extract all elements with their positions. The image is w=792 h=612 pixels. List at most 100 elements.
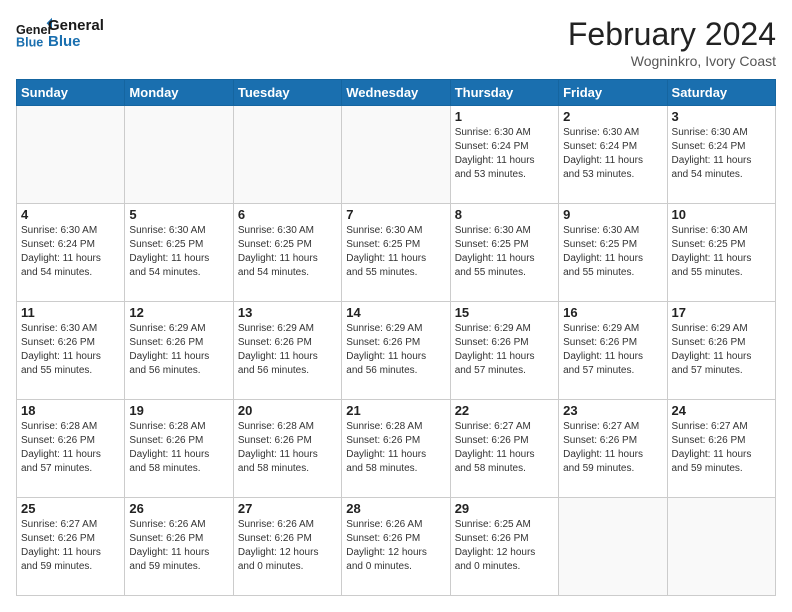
weekday-header-thursday: Thursday: [450, 80, 558, 106]
calendar: SundayMondayTuesdayWednesdayThursdayFrid…: [16, 79, 776, 596]
day-number: 3: [672, 109, 771, 124]
calendar-cell: 22 Sunrise: 6:27 AM Sunset: 6:26 PM Dayli…: [450, 400, 558, 498]
calendar-cell: 10 Sunrise: 6:30 AM Sunset: 6:25 PM Dayli…: [667, 204, 775, 302]
day-number: 29: [455, 501, 554, 516]
day-info: Sunrise: 6:30 AM Sunset: 6:25 PM Dayligh…: [346, 224, 445, 280]
month-title: February 2024: [568, 16, 776, 53]
day-number: 5: [129, 207, 228, 222]
day-info: Sunrise: 6:30 AM Sunset: 6:25 PM Dayligh…: [238, 224, 337, 280]
day-number: 28: [346, 501, 445, 516]
day-number: 8: [455, 207, 554, 222]
calendar-cell: 16 Sunrise: 6:29 AM Sunset: 6:26 PM Dayli…: [559, 302, 667, 400]
day-number: 9: [563, 207, 662, 222]
title-area: February 2024 Wogninkro, Ivory Coast: [568, 16, 776, 69]
weekday-header-wednesday: Wednesday: [342, 80, 450, 106]
calendar-cell: 26 Sunrise: 6:26 AM Sunset: 6:26 PM Dayli…: [125, 498, 233, 596]
calendar-cell: 13Sunrise: 6:29 AM Sunset: 6:26 PM Dayli…: [233, 302, 341, 400]
calendar-cell: [667, 498, 775, 596]
logo: General Blue General Blue: [16, 16, 104, 52]
day-number: 24: [672, 403, 771, 418]
logo-general: General: [48, 18, 104, 35]
day-info: Sunrise: 6:30 AM Sunset: 6:26 PM Dayligh…: [21, 322, 120, 378]
calendar-cell: 20 Sunrise: 6:28 AM Sunset: 6:26 PM Dayli…: [233, 400, 341, 498]
day-info: Sunrise: 6:27 AM Sunset: 6:26 PM Dayligh…: [563, 420, 662, 476]
location: Wogninkro, Ivory Coast: [568, 53, 776, 69]
day-info: Sunrise: 6:28 AM Sunset: 6:26 PM Dayligh…: [21, 420, 120, 476]
day-info: Sunrise: 6:30 AM Sunset: 6:25 PM Dayligh…: [672, 224, 771, 280]
calendar-cell: [125, 106, 233, 204]
day-number: 26: [129, 501, 228, 516]
calendar-cell: 3 Sunrise: 6:30 AM Sunset: 6:24 PM Daylig…: [667, 106, 775, 204]
day-info: Sunrise: 6:28 AM Sunset: 6:26 PM Dayligh…: [346, 420, 445, 476]
day-info: Sunrise: 6:29 AM Sunset: 6:26 PM Dayligh…: [672, 322, 771, 378]
day-info: Sunrise: 6:30 AM Sunset: 6:25 PM Dayligh…: [129, 224, 228, 280]
day-number: 17: [672, 305, 771, 320]
day-number: 6: [238, 207, 337, 222]
day-number: 13: [238, 305, 337, 320]
logo-blue: Blue: [48, 34, 104, 51]
day-number: 23: [563, 403, 662, 418]
day-info: Sunrise: 6:30 AM Sunset: 6:24 PM Dayligh…: [672, 126, 771, 182]
day-number: 14: [346, 305, 445, 320]
calendar-cell: 19 Sunrise: 6:28 AM Sunset: 6:26 PM Dayli…: [125, 400, 233, 498]
day-number: 7: [346, 207, 445, 222]
day-info: Sunrise: 6:29 AM Sunset: 6:26 PM Dayligh…: [455, 322, 554, 378]
calendar-cell: 23 Sunrise: 6:27 AM Sunset: 6:26 PM Dayli…: [559, 400, 667, 498]
day-info: Sunrise: 6:29 AM Sunset: 6:26 PM Dayligh…: [346, 322, 445, 378]
day-info: Sunrise: 6:28 AM Sunset: 6:26 PM Dayligh…: [238, 420, 337, 476]
calendar-cell: 9 Sunrise: 6:30 AM Sunset: 6:25 PM Daylig…: [559, 204, 667, 302]
calendar-cell: 6 Sunrise: 6:30 AM Sunset: 6:25 PM Daylig…: [233, 204, 341, 302]
calendar-cell: 21 Sunrise: 6:28 AM Sunset: 6:26 PM Dayli…: [342, 400, 450, 498]
calendar-cell: 17 Sunrise: 6:29 AM Sunset: 6:26 PM Dayli…: [667, 302, 775, 400]
day-info: Sunrise: 6:30 AM Sunset: 6:24 PM Dayligh…: [21, 224, 120, 280]
day-number: 1: [455, 109, 554, 124]
logo-icon: General Blue: [16, 16, 52, 52]
day-info: Sunrise: 6:27 AM Sunset: 6:26 PM Dayligh…: [455, 420, 554, 476]
calendar-cell: 1 Sunrise: 6:30 AM Sunset: 6:24 PM Daylig…: [450, 106, 558, 204]
day-number: 22: [455, 403, 554, 418]
day-info: Sunrise: 6:30 AM Sunset: 6:24 PM Dayligh…: [455, 126, 554, 182]
day-info: Sunrise: 6:30 AM Sunset: 6:25 PM Dayligh…: [563, 224, 662, 280]
calendar-cell: 5 Sunrise: 6:30 AM Sunset: 6:25 PM Daylig…: [125, 204, 233, 302]
calendar-cell: 15 Sunrise: 6:29 AM Sunset: 6:26 PM Dayli…: [450, 302, 558, 400]
day-info: Sunrise: 6:26 AM Sunset: 6:26 PM Dayligh…: [346, 518, 445, 574]
calendar-cell: 18 Sunrise: 6:28 AM Sunset: 6:26 PM Dayli…: [17, 400, 125, 498]
calendar-cell: 7 Sunrise: 6:30 AM Sunset: 6:25 PM Daylig…: [342, 204, 450, 302]
weekday-header-tuesday: Tuesday: [233, 80, 341, 106]
day-number: 19: [129, 403, 228, 418]
calendar-cell: [17, 106, 125, 204]
calendar-cell: 4 Sunrise: 6:30 AM Sunset: 6:24 PM Daylig…: [17, 204, 125, 302]
day-info: Sunrise: 6:29 AM Sunset: 6:26 PM Dayligh…: [563, 322, 662, 378]
day-info: Sunrise: 6:27 AM Sunset: 6:26 PM Dayligh…: [672, 420, 771, 476]
day-number: 11: [21, 305, 120, 320]
weekday-header-sunday: Sunday: [17, 80, 125, 106]
day-number: 21: [346, 403, 445, 418]
day-info: Sunrise: 6:25 AM Sunset: 6:26 PM Dayligh…: [455, 518, 554, 574]
calendar-cell: 8Sunrise: 6:30 AM Sunset: 6:25 PM Daylig…: [450, 204, 558, 302]
day-number: 18: [21, 403, 120, 418]
day-number: 4: [21, 207, 120, 222]
day-number: 15: [455, 305, 554, 320]
day-number: 10: [672, 207, 771, 222]
day-info: Sunrise: 6:30 AM Sunset: 6:24 PM Dayligh…: [563, 126, 662, 182]
day-number: 20: [238, 403, 337, 418]
weekday-header-monday: Monday: [125, 80, 233, 106]
calendar-cell: [233, 106, 341, 204]
calendar-cell: 12 Sunrise: 6:29 AM Sunset: 6:26 PM Dayli…: [125, 302, 233, 400]
weekday-header-friday: Friday: [559, 80, 667, 106]
calendar-cell: 28 Sunrise: 6:26 AM Sunset: 6:26 PM Dayli…: [342, 498, 450, 596]
day-info: Sunrise: 6:29 AM Sunset: 6:26 PM Dayligh…: [129, 322, 228, 378]
day-info: Sunrise: 6:27 AM Sunset: 6:26 PM Dayligh…: [21, 518, 120, 574]
day-number: 2: [563, 109, 662, 124]
day-number: 16: [563, 305, 662, 320]
calendar-cell: 11 Sunrise: 6:30 AM Sunset: 6:26 PM Dayli…: [17, 302, 125, 400]
day-number: 25: [21, 501, 120, 516]
day-info: Sunrise: 6:28 AM Sunset: 6:26 PM Dayligh…: [129, 420, 228, 476]
day-info: Sunrise: 6:26 AM Sunset: 6:26 PM Dayligh…: [129, 518, 228, 574]
day-info: Sunrise: 6:26 AM Sunset: 6:26 PM Dayligh…: [238, 518, 337, 574]
calendar-cell: 14 Sunrise: 6:29 AM Sunset: 6:26 PM Dayli…: [342, 302, 450, 400]
day-number: 12: [129, 305, 228, 320]
weekday-header-saturday: Saturday: [667, 80, 775, 106]
calendar-cell: 2 Sunrise: 6:30 AM Sunset: 6:24 PM Daylig…: [559, 106, 667, 204]
svg-text:Blue: Blue: [16, 36, 43, 50]
